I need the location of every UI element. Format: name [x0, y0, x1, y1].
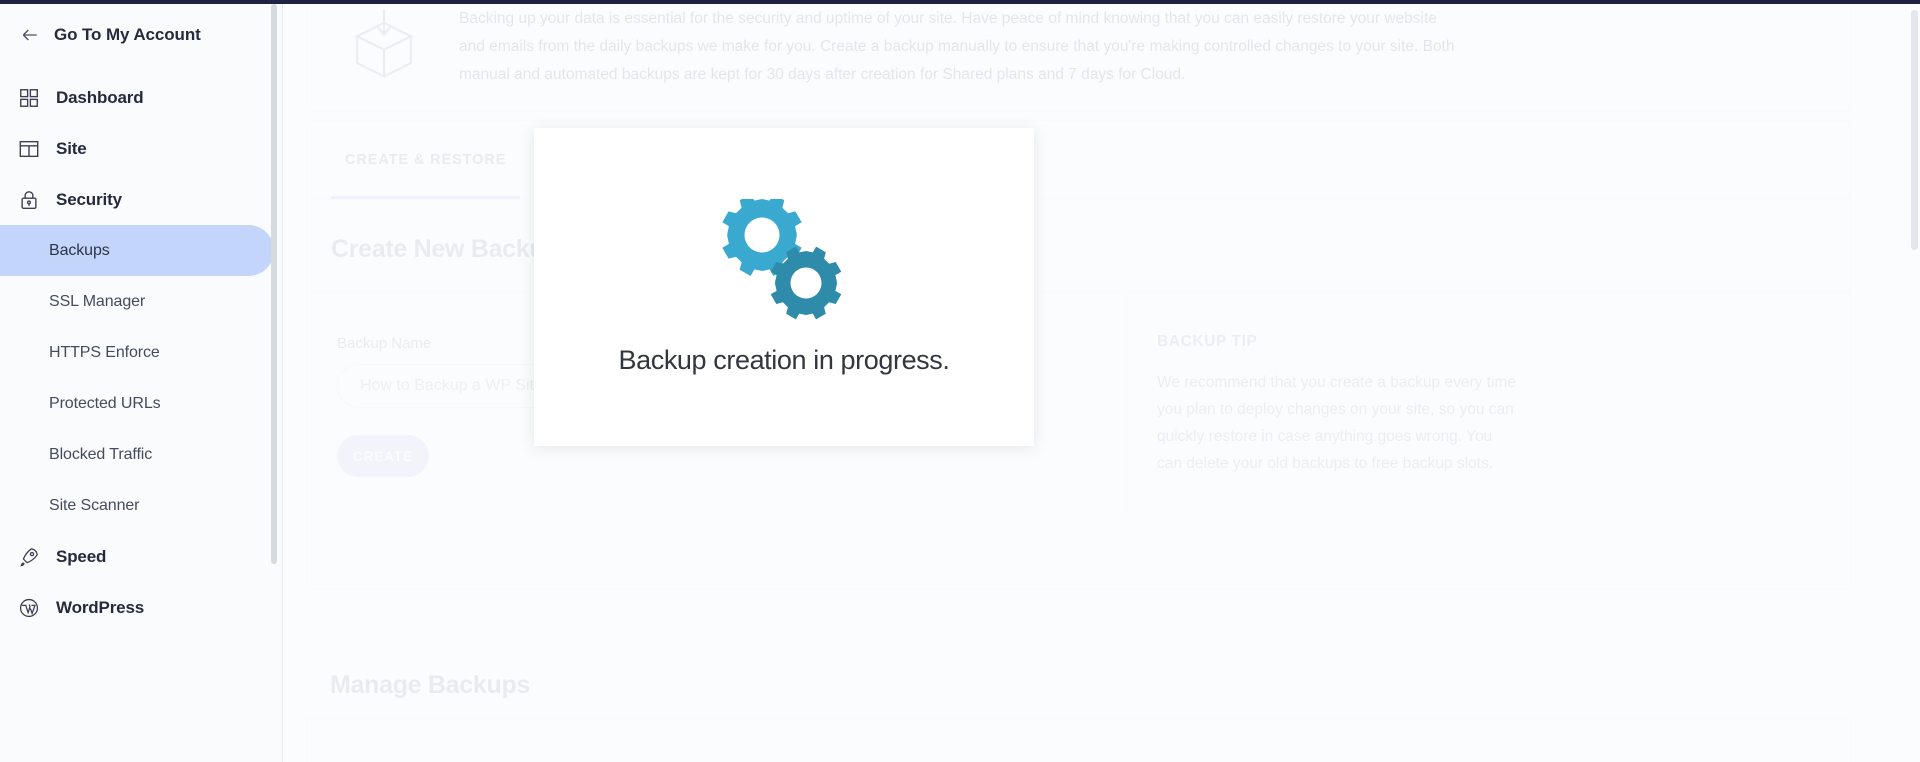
sidebar-item-label: WordPress [56, 597, 145, 617]
sidebar-item-speed[interactable]: Speed [0, 531, 282, 582]
page-scrollbar-thumb[interactable] [1911, 10, 1918, 250]
backup-progress-modal: Backup creation in progress. [534, 128, 1034, 446]
grid-icon [20, 88, 38, 107]
backup-tip-panel: BACKUP TIP We recommend that you create … [1127, 293, 1850, 515]
sidebar-nav: Dashboard Site Security Backups SSL Mana… [0, 66, 282, 633]
sidebar-item-label: Protected URLs [49, 394, 161, 412]
sidebar-item-https-enforce[interactable]: HTTPS Enforce [0, 327, 274, 378]
sidebar-item-label: Site Scanner [49, 496, 140, 514]
arrow-left-icon [22, 29, 37, 41]
sidebar-item-label: Speed [56, 546, 107, 566]
sidebar-item-label: Backups [49, 241, 110, 259]
sidebar-item-backups[interactable]: Backups [0, 225, 274, 276]
sidebar-item-label: Blocked Traffic [49, 445, 153, 463]
go-to-my-account-link[interactable]: Go To My Account [0, 4, 282, 66]
sidebar-item-site[interactable]: Site [0, 123, 282, 174]
browser-window-icon [19, 140, 39, 157]
gears-icon [722, 198, 842, 319]
wordpress-icon [19, 598, 39, 617]
app-root: Go To My Account Dashboard Site Security… [0, 0, 1920, 762]
tab-create-and-restore[interactable]: CREATE & RESTORE [331, 121, 521, 199]
manage-backups-card [306, 718, 1851, 762]
sidebar: Go To My Account Dashboard Site Security… [0, 4, 283, 762]
sidebar-item-label: Dashboard [56, 87, 144, 107]
backup-info-card: Backing up your data is essential for th… [306, 4, 1851, 112]
sidebar-scrollbar-thumb[interactable] [271, 4, 277, 564]
tab-label: CREATE & RESTORE [345, 151, 507, 168]
backup-tip-body: We recommend that you create a backup ev… [1157, 374, 1516, 472]
sidebar-item-ssl-manager[interactable]: SSL Manager [0, 276, 274, 327]
lock-icon [21, 190, 37, 209]
sidebar-item-site-scanner[interactable]: Site Scanner [0, 480, 274, 531]
sidebar-item-label: Site [56, 138, 87, 158]
sidebar-item-label: Security [56, 189, 122, 209]
sidebar-item-protected-urls[interactable]: Protected URLs [0, 378, 274, 429]
go-to-my-account-label: Go To My Account [54, 25, 201, 44]
create-button[interactable]: CREATE [337, 435, 429, 477]
rocket-icon [20, 547, 38, 567]
sidebar-item-blocked-traffic[interactable]: Blocked Traffic [0, 429, 274, 480]
manage-backups-title: Manage Backups [330, 671, 531, 699]
backup-progress-message: Backup creation in progress. [618, 344, 950, 375]
sidebar-item-wordpress[interactable]: WordPress [0, 582, 282, 633]
sidebar-item-label: HTTPS Enforce [49, 343, 160, 361]
sidebar-item-dashboard[interactable]: Dashboard [0, 72, 282, 123]
box-download-icon [354, 9, 414, 79]
main-content: Backing up your data is essential for th… [284, 4, 1920, 762]
backup-tip-title: BACKUP TIP [1157, 333, 1258, 350]
sidebar-item-label: SSL Manager [49, 292, 146, 310]
backup-info-text: Backing up your data is essential for th… [459, 10, 1455, 83]
sidebar-item-security[interactable]: Security [0, 174, 282, 225]
